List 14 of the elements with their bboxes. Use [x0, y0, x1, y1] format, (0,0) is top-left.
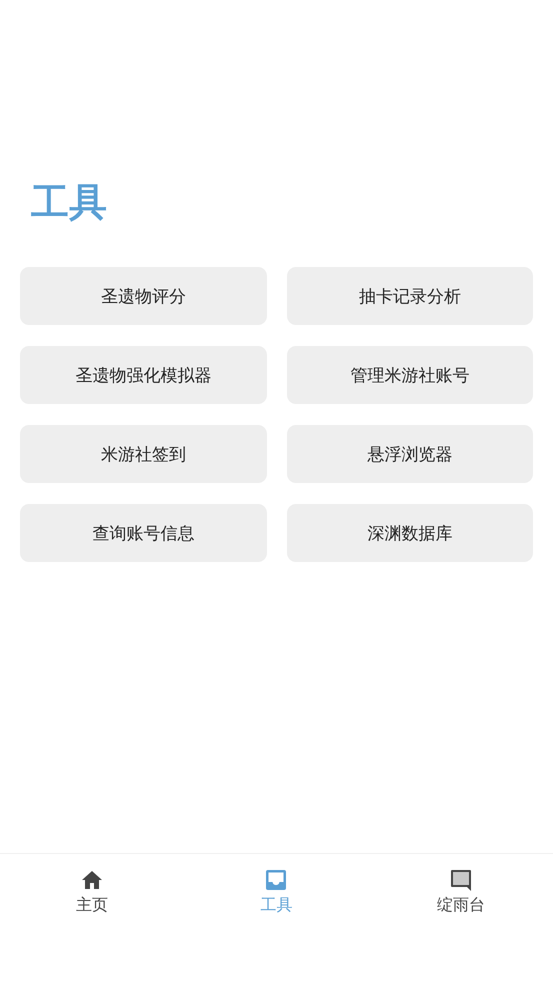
tool-button[interactable]: 米游社签到	[20, 425, 266, 483]
nav-tab[interactable]: 主页	[0, 854, 184, 930]
tool-button[interactable]: 悬浮浏览器	[286, 425, 533, 483]
tool-button[interactable]: 圣遗物评分	[20, 267, 266, 325]
tool-button[interactable]: 深渊数据库	[286, 504, 533, 562]
tool-button[interactable]: 抽卡记录分析	[286, 267, 533, 325]
tool-button[interactable]: 圣遗物强化模拟器	[20, 346, 266, 404]
page-title: 工具	[31, 179, 108, 226]
tool-button[interactable]: 管理米游社账号	[286, 346, 533, 404]
nav-tab[interactable]: 绽雨台	[368, 854, 553, 930]
chat-icon	[448, 868, 473, 892]
tool-button[interactable]: 查询账号信息	[20, 504, 266, 562]
tray-icon	[264, 868, 288, 892]
home-icon	[80, 868, 104, 892]
